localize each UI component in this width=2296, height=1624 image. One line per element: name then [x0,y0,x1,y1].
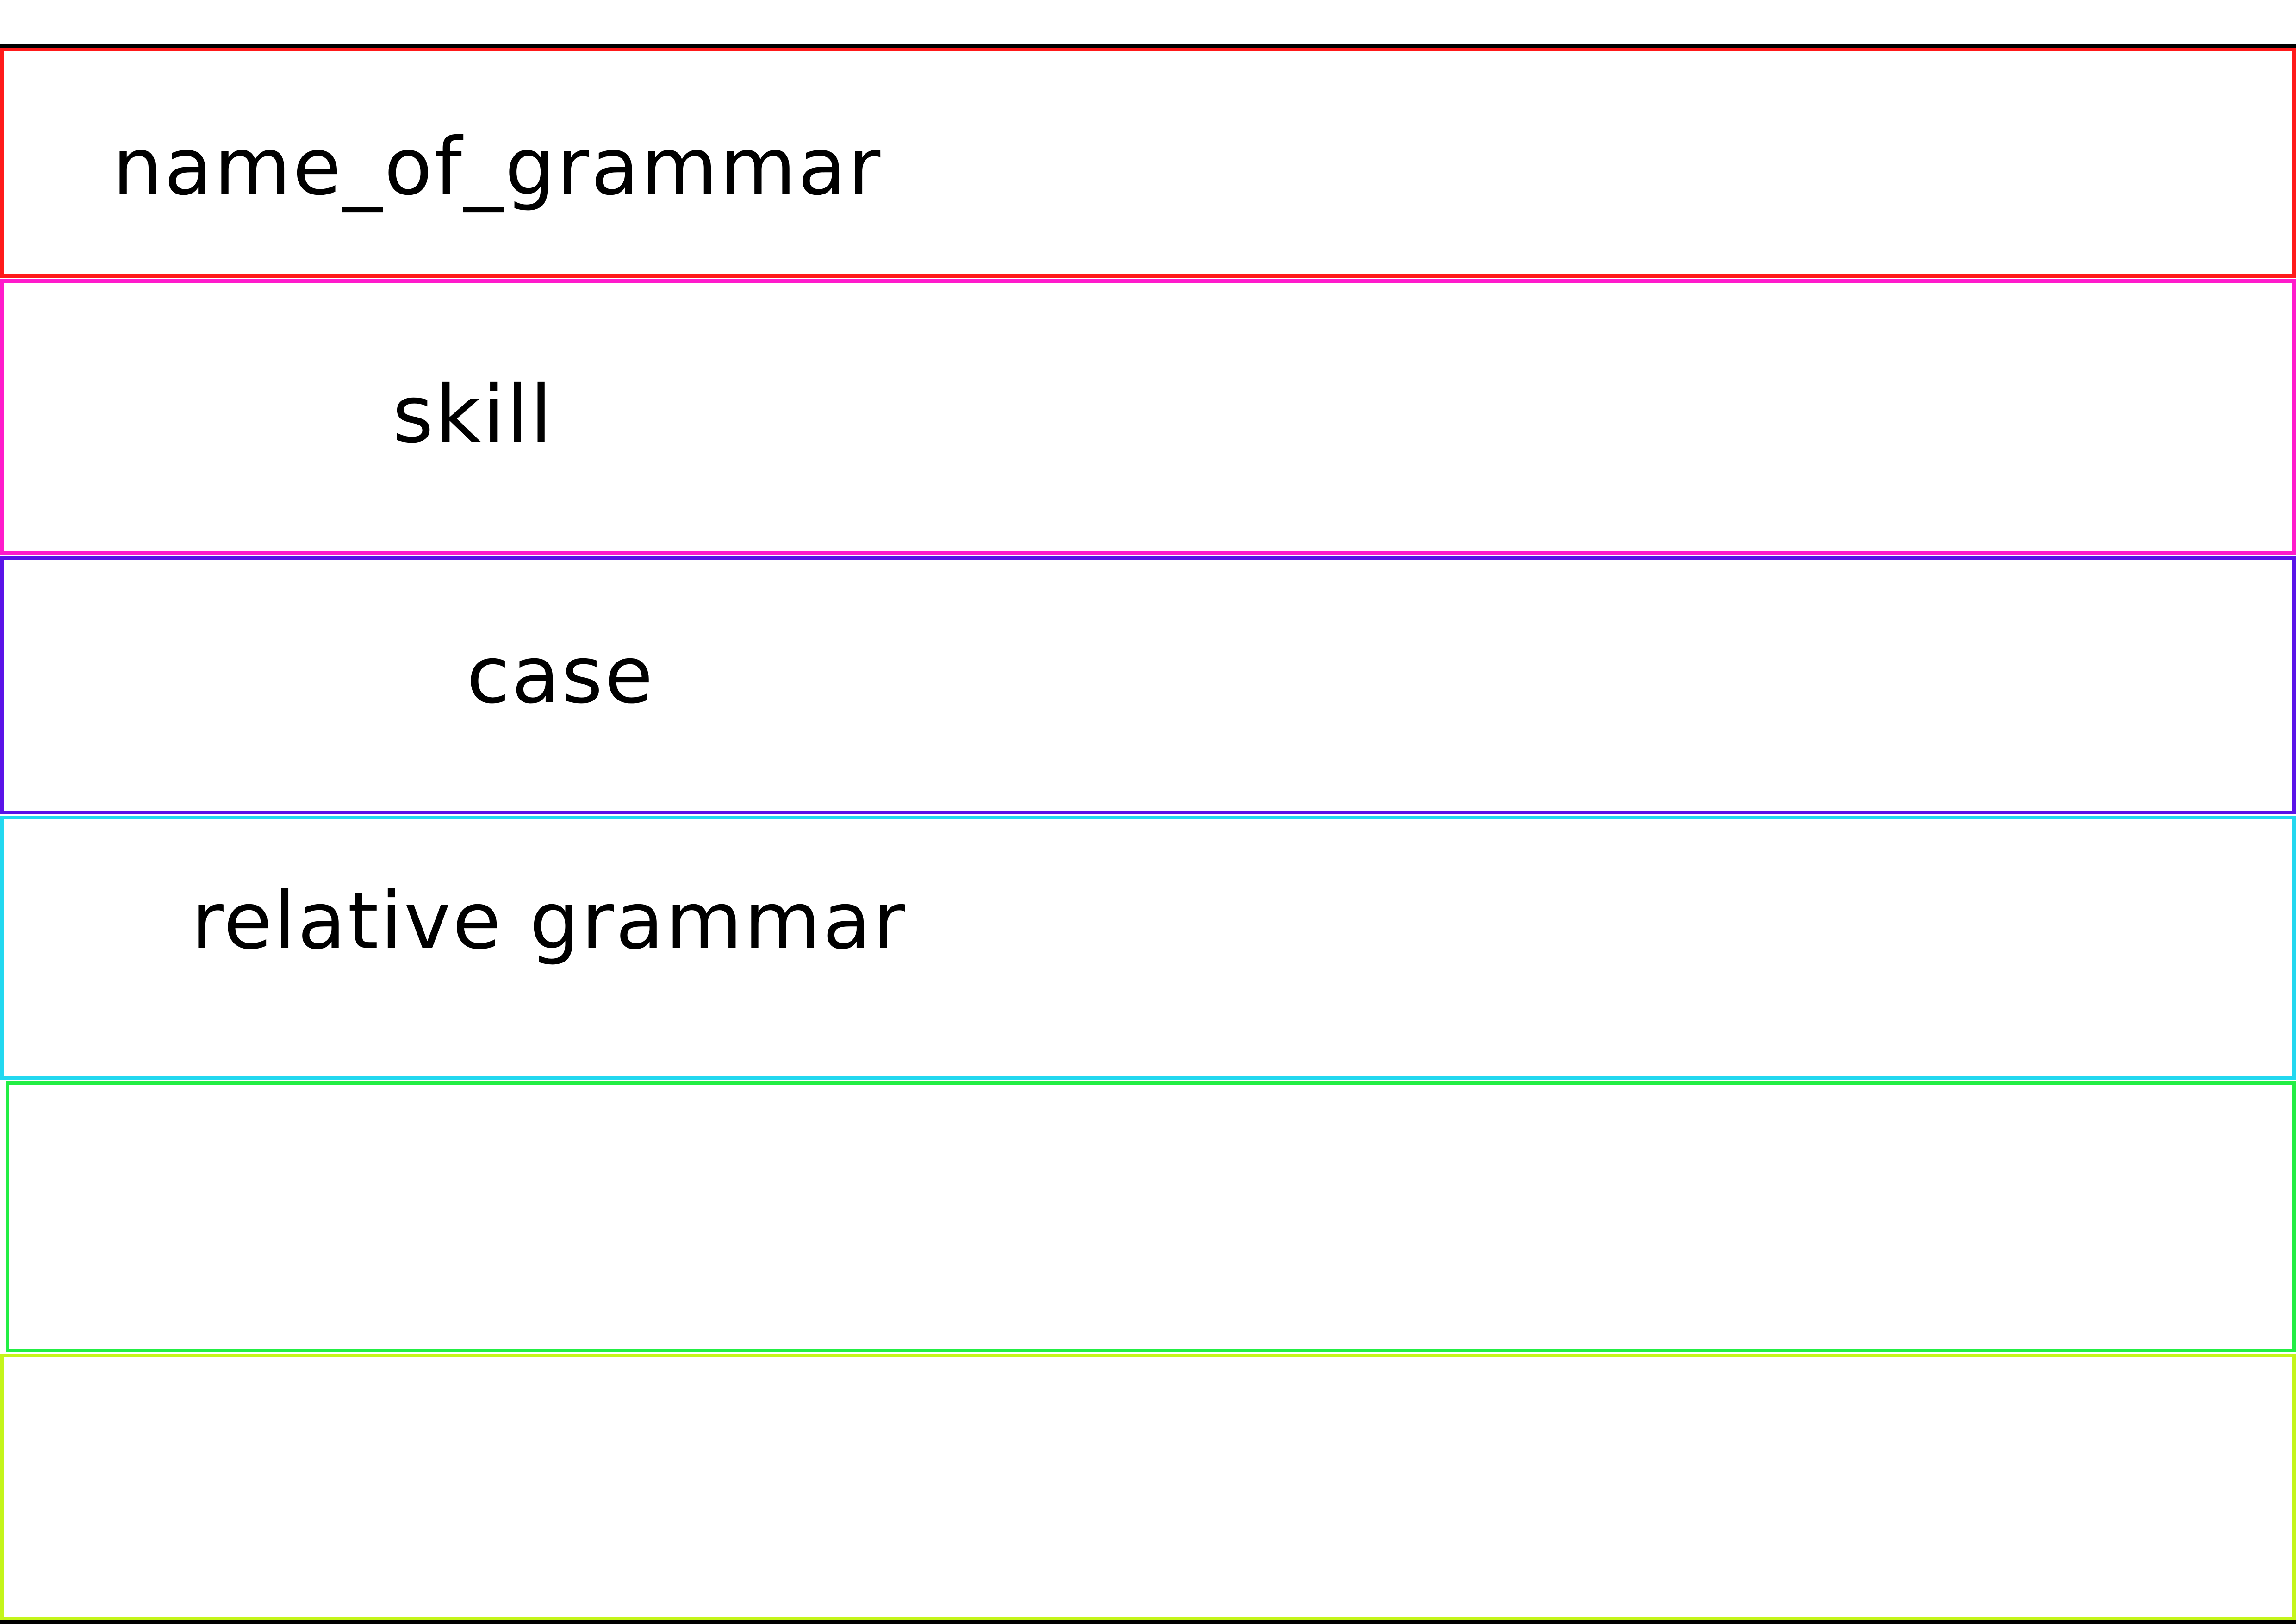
bottom-rule [0,1620,2296,1624]
row-label-name-of-grammar: name_of_grammar [112,121,883,213]
row-label-skill: skill [392,369,554,461]
row-skill: skill [0,279,2296,555]
row-relative-grammar: relative grammar [0,816,2296,1080]
row-name-of-grammar: name_of_grammar [0,48,2296,278]
row-empty-lime [0,1354,2296,1620]
top-rule [0,44,2296,48]
row-label-relative-grammar: relative grammar [191,875,907,967]
row-label-case: case [467,630,655,721]
row-empty-green [6,1081,2296,1352]
row-case: case [0,556,2296,814]
